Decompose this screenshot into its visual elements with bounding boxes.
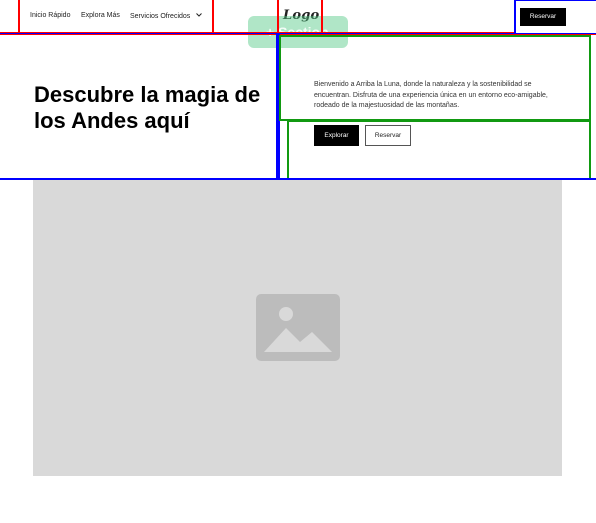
reserve-button[interactable]: Reservar — [365, 125, 411, 146]
hero-description: Bienvenido a Arriba la Luna, donde la na… — [314, 81, 548, 109]
annotation-box — [276, 34, 280, 180]
hero-title: Descubre la magia de los Andes aquí — [34, 82, 261, 133]
hero-image-placeholder — [33, 180, 562, 476]
image-placeholder-icon — [256, 294, 340, 366]
add-section-badge[interactable]: + Section — [248, 16, 348, 48]
nav-link-servicios[interactable]: Servicios Ofrecidos — [130, 12, 203, 20]
nav-link-explora[interactable]: Explora Más — [81, 12, 120, 19]
nav-link-servicios-label: Servicios Ofrecidos — [130, 13, 191, 20]
nav-link-inicio[interactable]: Inicio Rápido — [30, 12, 70, 19]
explore-button[interactable]: Explorar — [314, 125, 359, 146]
chevron-down-icon — [196, 12, 203, 19]
nav-reserve-button[interactable]: Reservar — [520, 8, 566, 26]
